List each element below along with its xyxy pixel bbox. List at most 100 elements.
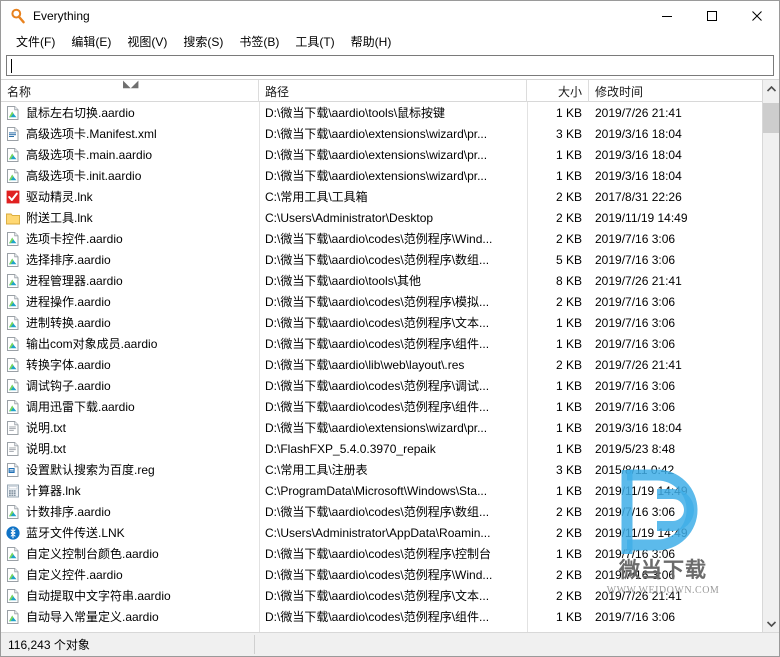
cell-path: D:\微当下载\aardio\codes\范例程序\组件... (265, 400, 490, 414)
table-row[interactable]: 选择排序.aardio D:\微当下载\aardio\codes\范例程序\数组.… (1, 249, 762, 270)
cell-date: 2019/7/16 3:06 (595, 399, 676, 414)
table-row[interactable]: 自定义控制台颜色.aardio D:\微当下载\aardio\codes\范例程序… (1, 543, 762, 564)
table-row[interactable]: 输出com对象成员.aardio D:\微当下载\aardio\codes\范例程… (1, 333, 762, 354)
cell-date: 2017/8/31 22:26 (595, 189, 682, 204)
vertical-scrollbar[interactable] (762, 80, 779, 632)
scrollbar-thumb[interactable] (763, 103, 779, 133)
column-header-name[interactable]: 名称 ◣◢ (1, 80, 259, 102)
table-row[interactable]: 设置默认搜索为百度.reg C:\常用工具\注册表 3 KB 2015/8/11 0:… (1, 459, 762, 480)
search-input[interactable] (10, 58, 773, 73)
cell-path: D:\微当下载\aardio\tools\鼠标按键 (265, 106, 446, 120)
file-name-label: 驱动精灵.lnk (26, 190, 93, 204)
cell-name: 计算器.lnk (1, 482, 259, 499)
menu-item-view[interactable]: 视图(V) (119, 33, 175, 52)
cell-name: 进制转换.aardio (1, 314, 259, 331)
column-divider-name-path (259, 102, 260, 632)
cell-path: D:\微当下载\aardio\codes\范例程序\Wind... (265, 232, 493, 246)
table-row[interactable]: 转换字体.aardio D:\微当下载\aardio\lib\web\layout… (1, 354, 762, 375)
magnifier-icon (11, 8, 25, 24)
aardio-file-icon (7, 336, 19, 351)
cell-path: D:\微当下载\aardio\extensions\wizard\pr... (265, 127, 488, 141)
table-row[interactable]: 自动导入常量定义.aardio D:\微当下载\aardio\codes\范例程序… (1, 606, 762, 627)
table-row[interactable]: 调试钩子.aardio D:\微当下载\aardio\codes\范例程序\调试.… (1, 375, 762, 396)
menu-item-search[interactable]: 搜索(S) (175, 33, 231, 52)
file-name-label: 选项卡控件.aardio (26, 232, 123, 246)
file-name-label: 进程管理器.aardio (26, 274, 123, 288)
cell-size: 1 KB (555, 336, 582, 351)
cell-date: 2019/7/26 21:41 (595, 105, 682, 120)
table-row[interactable]: 调用迅雷下载.aardio D:\微当下载\aardio\codes\范例程序\组… (1, 396, 762, 417)
menu-item-help[interactable]: 帮助(H) (343, 33, 400, 52)
table-row[interactable]: 说明.txt D:\微当下载\aardio\extensions\wizard\p… (1, 417, 762, 438)
cell-path: D:\微当下载\aardio\lib\web\layout\.res (265, 358, 465, 372)
table-row[interactable]: 高级选项卡.main.aardio D:\微当下载\aardio\extensio… (1, 144, 762, 165)
cell-date: 2019/3/16 18:04 (595, 126, 682, 141)
table-row[interactable]: 高级选项卡.Manifest.xml D:\微当下载\aardio\extensi… (1, 123, 762, 144)
menu-item-file[interactable]: 文件(F) (8, 33, 63, 52)
cell-path: D:\微当下载\aardio\extensions\wizard\pr... (265, 148, 488, 162)
cell-name: 高级选项卡.main.aardio (1, 146, 259, 163)
file-rows[interactable]: 鼠标左右切换.aardio D:\微当下载\aardio\tools\鼠标按键 1 … (1, 102, 762, 632)
table-row[interactable]: 说明.txt D:\FlashFXP_5.4.0.3970_repaik 1 KB 2… (1, 438, 762, 459)
cell-date: 2019/7/16 3:06 (595, 609, 676, 624)
table-row[interactable]: 鼠标左右切换.aardio D:\微当下载\aardio\tools\鼠标按键 1 … (1, 102, 762, 123)
txt-file-icon (7, 420, 19, 435)
file-name-label: 自动导入常量定义.aardio (26, 610, 159, 624)
close-icon (751, 11, 762, 21)
table-row[interactable]: 高级选项卡.init.aardio D:\微当下载\aardio\extensio… (1, 165, 762, 186)
close-button[interactable] (734, 1, 779, 31)
aardio-file-icon (7, 252, 19, 267)
table-row[interactable]: 进制转换.aardio D:\微当下载\aardio\codes\范例程序\文本.… (1, 312, 762, 333)
cell-size: 5 KB (555, 252, 582, 267)
search-box[interactable] (6, 55, 774, 76)
aardio-file-icon (7, 567, 19, 582)
column-header-size[interactable]: 大小 (527, 80, 589, 102)
table-row[interactable]: 自动提取中文字符串.aardio D:\微当下载\aardio\codes\范例程… (1, 585, 762, 606)
table-row[interactable]: 驱动精灵.lnk C:\常用工具\工具箱 2 KB 2017/8/31 22:26 (1, 186, 762, 207)
scroll-down-button[interactable] (763, 615, 779, 632)
column-header-name-label: 名称 (7, 84, 32, 99)
cell-name: 进程管理器.aardio (1, 272, 259, 289)
maximize-button[interactable] (689, 1, 734, 31)
aardio-file-icon (7, 168, 19, 183)
cell-name: 说明.txt (1, 440, 259, 457)
menu-item-tools[interactable]: 工具(T) (287, 33, 342, 52)
cell-name: 自定义控件.aardio (1, 566, 259, 583)
file-name-label: 蓝牙文件传送.LNK (26, 526, 125, 540)
cell-name: 附送工具.lnk (1, 209, 259, 226)
cell-size: 1 KB (555, 399, 582, 414)
scroll-up-button[interactable] (763, 80, 779, 97)
file-name-label: 计数排序.aardio (26, 505, 111, 519)
cell-size: 1 KB (555, 315, 582, 330)
cell-name: 说明.txt (1, 419, 259, 436)
cell-path: C:\Users\Administrator\AppData\Roamin... (265, 525, 491, 540)
table-row[interactable]: 选项卡控件.aardio D:\微当下载\aardio\codes\范例程序\Wi… (1, 228, 762, 249)
cell-path: D:\微当下载\aardio\codes\范例程序\控制台 (265, 547, 492, 561)
scrollbar-track[interactable] (763, 97, 779, 615)
cell-name: 自动导入常量定义.aardio (1, 608, 259, 625)
cell-size: 2 KB (555, 189, 582, 204)
table-row[interactable]: 计算器.lnk C:\ProgramData\Microsoft\Windows\… (1, 480, 762, 501)
title-bar-left: Everything (1, 8, 90, 24)
cell-size: 2 KB (555, 567, 582, 582)
cell-size: 2 KB (555, 504, 582, 519)
cell-name: 蓝牙文件传送.LNK (1, 524, 259, 541)
column-header-date[interactable]: 修改时间 (589, 80, 724, 102)
table-row[interactable]: 自定义控件.aardio D:\微当下载\aardio\codes\范例程序\Wi… (1, 564, 762, 585)
column-header-path[interactable]: 路径 (259, 80, 527, 102)
menu-item-edit[interactable]: 编辑(E) (63, 33, 119, 52)
table-row[interactable]: 计数排序.aardio D:\微当下载\aardio\codes\范例程序\数组.… (1, 501, 762, 522)
table-row[interactable]: 进程管理器.aardio D:\微当下载\aardio\tools\其他 8 KB 2… (1, 270, 762, 291)
maximize-icon (706, 11, 717, 21)
table-row[interactable]: 进程操作.aardio D:\微当下载\aardio\codes\范例程序\模拟.… (1, 291, 762, 312)
minimize-button[interactable] (644, 1, 689, 31)
aardio-file-icon (7, 273, 19, 288)
cell-size: 3 KB (555, 462, 582, 477)
menu-item-bookmarks[interactable]: 书签(B) (231, 33, 287, 52)
cell-name: 自定义控制台颜色.aardio (1, 545, 259, 562)
cell-date: 2019/11/19 14:49 (595, 525, 688, 540)
cell-name: 调试钩子.aardio (1, 377, 259, 394)
table-row[interactable]: 附送工具.lnk C:\Users\Administrator\Desktop 2 … (1, 207, 762, 228)
window-title: Everything (33, 9, 90, 23)
table-row[interactable]: 蓝牙文件传送.LNK C:\Users\Administrator\AppData… (1, 522, 762, 543)
